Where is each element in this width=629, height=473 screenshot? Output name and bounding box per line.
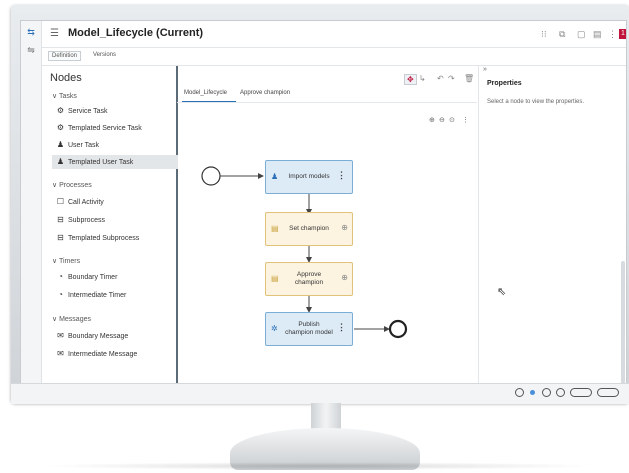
node-item-templated-subprocess[interactable]: ⊟ Templated Subprocess: [56, 233, 139, 247]
item-label: Call Activity: [68, 199, 104, 206]
item-label: Templated User Task: [68, 159, 134, 166]
node-label: Publish champion model: [285, 321, 333, 336]
add-icon[interactable]: ⊕: [341, 274, 348, 282]
app-screen: ⇆ ⇋ ☰ Model_Lifecycle (Current) ⁝⁝ ⧉ ▢ ▤…: [20, 20, 627, 385]
workflow-canvas[interactable]: ✥ ↳ ↶ ↷ 🗑 Model_Lifecycle Approve champi…: [177, 66, 477, 384]
node-menu-icon[interactable]: ⋮: [337, 323, 346, 332]
script-icon: ▤: [271, 274, 279, 283]
item-label: User Task: [68, 142, 99, 149]
envelope-icon: ✉: [57, 331, 64, 340]
subprocess-icon: ⊟: [57, 233, 64, 242]
group-tasks[interactable]: ∨ Tasks: [52, 92, 77, 100]
node-item-intermediate-timer[interactable]: ◔ Intermediate Timer: [56, 290, 126, 304]
power-led-icon: [530, 390, 535, 395]
item-label: Boundary Message: [68, 333, 129, 340]
node-item-intermediate-message[interactable]: ✉ Intermediate Message: [56, 349, 137, 363]
node-item-service-task[interactable]: ⚙ Service Task: [56, 106, 108, 120]
button-icon[interactable]: [597, 388, 619, 397]
group-processes[interactable]: ∨ Processes: [52, 181, 92, 189]
group-timers[interactable]: ∨ Timers: [52, 257, 80, 265]
item-label: Intermediate Timer: [68, 292, 127, 299]
more-icon[interactable]: ⋮: [608, 29, 617, 40]
gears-icon: ⚙: [56, 106, 65, 115]
button-icon[interactable]: [570, 388, 592, 397]
node-item-boundary-timer[interactable]: ◔ Boundary Timer: [56, 272, 117, 286]
properties-title: Properties: [487, 80, 522, 87]
clock-icon: ◔: [58, 290, 63, 299]
button-icon[interactable]: [542, 388, 551, 397]
mouse-cursor-icon: ⇖: [497, 286, 507, 298]
flow-node-set-champion[interactable]: ▤ Set champion ⊕: [265, 212, 353, 246]
hamburger-icon[interactable]: ☰: [50, 28, 59, 39]
node-item-call-activity[interactable]: ☐ Call Activity: [56, 197, 104, 211]
script-icon: ▤: [271, 224, 279, 233]
title-bar: ☰ Model_Lifecycle (Current) ⁝⁝ ⧉ ▢ ▤ ⋮ 1: [42, 21, 626, 48]
monitor-shadow: [40, 462, 600, 470]
user-icon: ♟: [271, 172, 279, 181]
nodes-panel: Nodes ∨ Tasks ⚙ Service Task ⚙ Templated S…: [42, 66, 178, 384]
properties-panel: » Properties Select a node to view the p…: [478, 66, 626, 384]
nodes-title: Nodes: [50, 72, 82, 84]
flow-node-approve-champion[interactable]: ▤ Approve champion ⊕: [265, 262, 353, 296]
monitor-stand-neck: [311, 403, 341, 431]
subprocess-icon: ⊟: [57, 215, 64, 224]
node-menu-icon[interactable]: ⋮: [337, 171, 346, 180]
user-icon: ♟: [56, 140, 65, 149]
item-label: Service Task: [68, 108, 108, 115]
group-label: Tasks: [58, 93, 77, 100]
item-label: Boundary Timer: [68, 274, 118, 281]
clock-icon: ◔: [58, 272, 63, 281]
node-label: Set champion: [289, 225, 329, 232]
tab-versions[interactable]: Versions: [90, 51, 119, 59]
properties-message: Select a node to view the properties.: [487, 99, 585, 105]
node-item-subprocess[interactable]: ⊟ Subprocess: [56, 215, 105, 229]
square-icon[interactable]: ▢: [577, 29, 586, 40]
group-label: Messages: [59, 316, 91, 323]
add-icon[interactable]: ⊕: [341, 224, 348, 232]
subtab-bar: Definition Versions: [42, 47, 626, 66]
node-item-templated-user-task[interactable]: ♟ Templated User Task: [52, 155, 178, 169]
monitor-bezel: [11, 383, 629, 404]
workflow-icon[interactable]: ⇋: [25, 45, 37, 56]
node-label: Import models: [288, 173, 330, 180]
item-label: Subprocess: [68, 217, 105, 224]
gears-icon: ⚙: [56, 123, 65, 132]
model-icon[interactable]: ⇆: [25, 27, 37, 38]
group-label: Timers: [58, 258, 81, 265]
flow-node-publish-champion[interactable]: ✲ Publish champion model ⋮: [265, 312, 353, 346]
scrollbar[interactable]: [621, 261, 625, 384]
end-event[interactable]: [388, 319, 408, 339]
item-label: Templated Subprocess: [68, 235, 140, 242]
page-title: Model_Lifecycle (Current): [68, 27, 204, 39]
box-icon: ☐: [56, 197, 65, 206]
button-icon[interactable]: [556, 388, 565, 397]
tab-definition[interactable]: Definition: [48, 51, 82, 61]
app-rail: ⇆ ⇋: [21, 21, 42, 384]
item-label: Templated Service Task: [68, 125, 142, 132]
flow-node-import-models[interactable]: ♟ Import models ⋮: [265, 160, 353, 194]
node-label: Approve champion: [294, 271, 324, 286]
envelope-icon: ✉: [57, 349, 64, 358]
user-icon[interactable]: 1: [619, 29, 626, 39]
user-icon: ♟: [56, 157, 65, 166]
node-item-boundary-message[interactable]: ✉ Boundary Message: [56, 331, 128, 345]
item-label: Intermediate Message: [68, 351, 138, 358]
group-label: Processes: [59, 182, 92, 189]
node-item-templated-service-task[interactable]: ⚙ Templated Service Task: [56, 123, 142, 137]
start-event[interactable]: [201, 166, 221, 186]
node-item-user-task[interactable]: ♟ User Task: [56, 140, 99, 154]
group-messages[interactable]: ∨ Messages: [52, 315, 91, 323]
save-icon[interactable]: ▤: [593, 29, 602, 40]
collapse-icon[interactable]: »: [483, 66, 487, 73]
copy-icon[interactable]: ⧉: [559, 29, 565, 40]
dots-icon[interactable]: ⁝⁝: [541, 29, 547, 40]
indicator-icon: [515, 388, 524, 397]
gear-icon: ✲: [271, 324, 278, 333]
